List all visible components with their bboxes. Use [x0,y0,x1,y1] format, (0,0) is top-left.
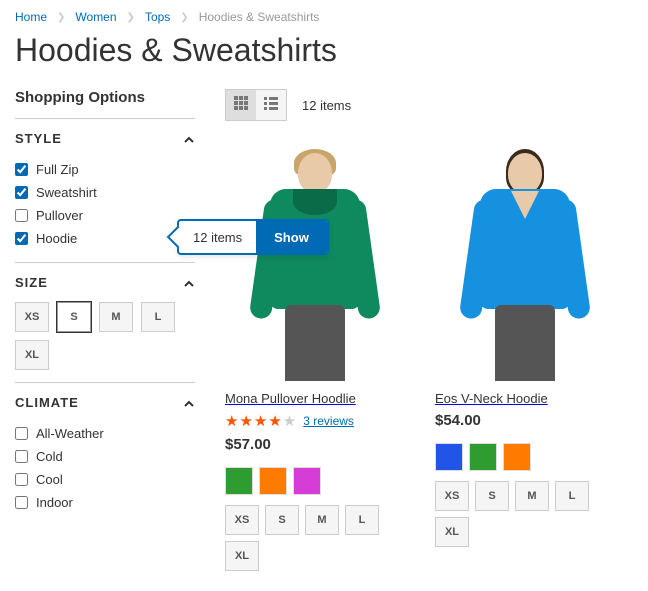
chevron-up-icon [183,277,195,289]
filter-option-full-zip[interactable]: Full Zip [15,158,195,181]
filter-checkbox[interactable] [15,473,28,486]
product-name: Mona Pullover Hoodlie [225,391,356,406]
size-swatch[interactable]: XS [225,505,259,535]
filter-checkbox[interactable] [15,163,28,176]
size-swatches: XS S M L XL [435,481,615,547]
filter-option-label: All-Weather [36,426,104,441]
product-card: Mona Pullover Hoodlie ★★★★★ ★★★★★ 3 revi… [225,141,405,581]
filter-title: STYLE [15,131,62,146]
show-button[interactable]: Show [256,221,327,253]
filter-option-label: Indoor [36,495,73,510]
size-swatch[interactable]: L [345,505,379,535]
color-swatch-orange[interactable] [259,467,287,495]
product-name: Eos V-Neck Hoodie [435,391,548,406]
breadcrumb-link-home[interactable]: Home [15,10,47,24]
filter-option-label: Cool [36,472,63,487]
filter-checkbox[interactable] [15,209,28,222]
product-image [465,151,585,381]
list-view-button[interactable] [256,90,286,120]
color-swatch-blue[interactable] [435,443,463,471]
filter-size-toggle[interactable]: SIZE [15,275,195,290]
chevron-right-icon: ❯ [57,12,65,23]
color-swatches [435,443,615,471]
chevron-right-icon: ❯ [180,12,188,23]
filter-option-label: Cold [36,449,63,464]
size-swatch[interactable]: XS [435,481,469,511]
filter-title: SIZE [15,275,48,290]
page-title: Hoodies & Sweatshirts [15,32,633,69]
filter-checkbox[interactable] [15,496,28,509]
grid-icon [234,96,248,115]
filter-option-label: Sweatshirt [36,185,97,200]
size-swatch-xl[interactable]: XL [15,340,49,370]
toolbar: 12 items [225,89,633,121]
filter-option-label: Pullover [36,208,83,223]
filter-size: SIZE XS S M L XL [15,262,195,382]
color-swatch-orange[interactable] [503,443,531,471]
chevron-right-icon: ❯ [127,12,135,23]
filter-climate: CLIMATE All-Weather Cold Cool Indoor [15,382,195,526]
sidebar-title: Shopping Options [15,89,195,106]
breadcrumb: Home ❯ Women ❯ Tops ❯ Hoodies & Sweatshi… [15,10,633,24]
color-swatches [225,467,405,495]
size-swatches: XS S M L XL [225,505,405,571]
color-swatch-green[interactable] [469,443,497,471]
breadcrumb-current: Hoodies & Sweatshirts [199,10,320,24]
product-image-link[interactable] [435,141,615,381]
product-name-link[interactable]: Mona Pullover Hoodlie [225,391,356,406]
filter-option-sweatshirt[interactable]: Sweatshirt [15,181,195,204]
filter-tooltip: 12 items Show [177,219,329,255]
size-swatch[interactable]: L [555,481,589,511]
view-modes [225,89,287,121]
filter-option-cool[interactable]: Cool [15,468,195,491]
list-icon [264,96,278,115]
size-swatch[interactable]: S [265,505,299,535]
filter-style: STYLE Full Zip Sweatshirt Pullover Hoodi… [15,118,195,262]
star-rating: ★★★★★ ★★★★★ [225,412,297,430]
chevron-up-icon [183,133,195,145]
product-name-link[interactable]: Eos V-Neck Hoodie [435,391,548,406]
filter-climate-toggle[interactable]: CLIMATE [15,395,195,410]
product-rating: ★★★★★ ★★★★★ 3 reviews [225,412,405,430]
filter-option-all-weather[interactable]: All-Weather [15,422,195,445]
size-swatch-xs[interactable]: XS [15,302,49,332]
sidebar: Shopping Options STYLE Full Zip Sweatshi… [15,89,195,581]
filter-option-label: Hoodie [36,231,77,246]
filter-style-toggle[interactable]: STYLE [15,131,195,146]
product-image [255,151,375,381]
main-content: 12 items 12 items Show Mona Pullover Hoo… [225,89,633,581]
tooltip-text: 12 items [179,230,256,245]
color-swatch-magenta[interactable] [293,467,321,495]
size-swatch[interactable]: M [305,505,339,535]
size-swatch-l[interactable]: L [141,302,175,332]
filter-option-label: Full Zip [36,162,79,177]
filter-checkbox[interactable] [15,450,28,463]
size-swatch[interactable]: XL [435,517,469,547]
breadcrumb-link-women[interactable]: Women [75,10,116,24]
grid-view-button[interactable] [226,90,256,120]
filter-option-indoor[interactable]: Indoor [15,491,195,514]
size-swatch-m[interactable]: M [99,302,133,332]
filter-checkbox[interactable] [15,186,28,199]
filter-checkbox[interactable] [15,427,28,440]
chevron-up-icon [183,397,195,409]
filter-option-cold[interactable]: Cold [15,445,195,468]
product-card: Eos V-Neck Hoodie $54.00 XS S M L XL [435,141,615,581]
size-swatch[interactable]: M [515,481,549,511]
size-swatch-s[interactable]: S [57,302,91,332]
item-count: 12 items [302,98,351,113]
product-price: $54.00 [435,412,615,429]
size-swatch[interactable]: XL [225,541,259,571]
reviews-link[interactable]: 3 reviews [303,414,354,428]
filter-option-pullover[interactable]: Pullover [15,204,195,227]
filter-title: CLIMATE [15,395,79,410]
color-swatch-green[interactable] [225,467,253,495]
product-image-link[interactable] [225,141,405,381]
filter-checkbox[interactable] [15,232,28,245]
breadcrumb-link-tops[interactable]: Tops [145,10,170,24]
size-swatch[interactable]: S [475,481,509,511]
product-price: $57.00 [225,436,405,453]
